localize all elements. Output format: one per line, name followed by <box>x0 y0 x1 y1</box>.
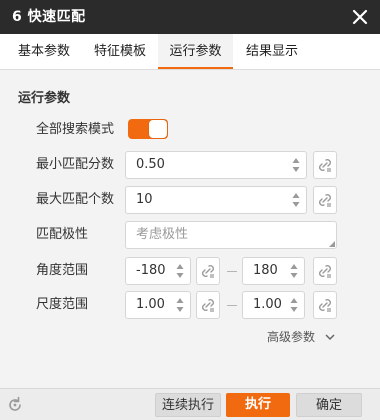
confirm-button[interactable]: 确定 <box>296 393 362 417</box>
run-button[interactable]: 执行 <box>226 393 290 417</box>
scale-range-label: 尺度范围 <box>36 297 89 312</box>
spin-arrows-icon[interactable] <box>176 263 184 279</box>
spin-arrows-icon[interactable] <box>292 192 300 208</box>
footer-bar: 连续执行 执行 确定 <box>0 388 380 420</box>
min-match-score-input[interactable]: 0.50 <box>125 151 307 179</box>
link-icon <box>319 194 331 207</box>
tab-feature-template[interactable]: 特征模板 <box>84 34 156 69</box>
scale-max-value: 1.00 <box>253 297 282 312</box>
scale-min-input[interactable]: 1.00 <box>125 291 191 319</box>
link-button[interactable] <box>313 186 337 214</box>
angle-min-value: -180 <box>136 263 166 278</box>
search-all-mode-label: 全部搜索模式 <box>36 122 115 137</box>
link-icon <box>319 265 331 278</box>
link-button[interactable] <box>313 257 337 285</box>
max-match-count-input[interactable]: 10 <box>125 186 307 214</box>
link-button[interactable] <box>196 291 220 319</box>
dropdown-corner-icon <box>329 241 335 247</box>
spin-arrows-icon[interactable] <box>290 297 298 313</box>
continuous-run-button[interactable]: 连续执行 <box>155 393 221 417</box>
tab-bar: 基本参数 特征模板 运行参数 结果显示 <box>0 34 380 70</box>
link-icon <box>319 299 331 312</box>
range-separator <box>227 271 237 272</box>
window-title: 6 快速匹配 <box>12 9 86 25</box>
advanced-params-toggle[interactable]: 高级参数 <box>267 328 335 345</box>
angle-max-value: 180 <box>253 263 278 278</box>
link-icon <box>319 159 331 172</box>
angle-range-label: 角度范围 <box>36 263 89 278</box>
match-polarity-placeholder: 考虑极性 <box>136 227 189 242</box>
spin-arrows-icon[interactable] <box>176 297 184 313</box>
range-separator <box>227 305 237 306</box>
angle-min-input[interactable]: -180 <box>125 257 191 285</box>
angle-max-input[interactable]: 180 <box>242 257 305 285</box>
section-title: 运行参数 <box>18 91 71 106</box>
max-match-count-value: 10 <box>136 192 153 207</box>
spin-arrows-icon[interactable] <box>292 157 300 173</box>
quick-match-dialog: 6 快速匹配 基本参数 特征模板 运行参数 结果显示 运行参数 全部搜索模式 最… <box>0 0 380 420</box>
link-button[interactable] <box>313 291 337 319</box>
title-bar: 6 快速匹配 <box>0 0 380 34</box>
link-button[interactable] <box>196 257 220 285</box>
match-polarity-select[interactable]: 考虑极性 <box>125 221 337 249</box>
tab-result-display[interactable]: 结果显示 <box>236 34 308 69</box>
search-all-mode-toggle[interactable] <box>128 119 168 139</box>
min-match-score-label: 最小匹配分数 <box>36 157 115 172</box>
scale-min-value: 1.00 <box>136 297 165 312</box>
spin-arrows-icon[interactable] <box>290 263 298 279</box>
advanced-params-label: 高级参数 <box>267 330 316 344</box>
close-icon[interactable] <box>348 5 372 29</box>
link-icon <box>202 265 214 278</box>
reset-icon[interactable] <box>6 396 24 414</box>
min-match-score-value: 0.50 <box>136 157 165 172</box>
chevron-down-icon <box>325 334 335 341</box>
tab-basic-params[interactable]: 基本参数 <box>8 34 80 69</box>
scale-max-input[interactable]: 1.00 <box>242 291 305 319</box>
toggle-knob <box>149 120 167 138</box>
link-icon <box>202 299 214 312</box>
match-polarity-label: 匹配极性 <box>36 227 89 242</box>
link-button[interactable] <box>313 151 337 179</box>
tab-run-params[interactable]: 运行参数 <box>158 34 233 69</box>
max-match-count-label: 最大匹配个数 <box>36 192 115 207</box>
